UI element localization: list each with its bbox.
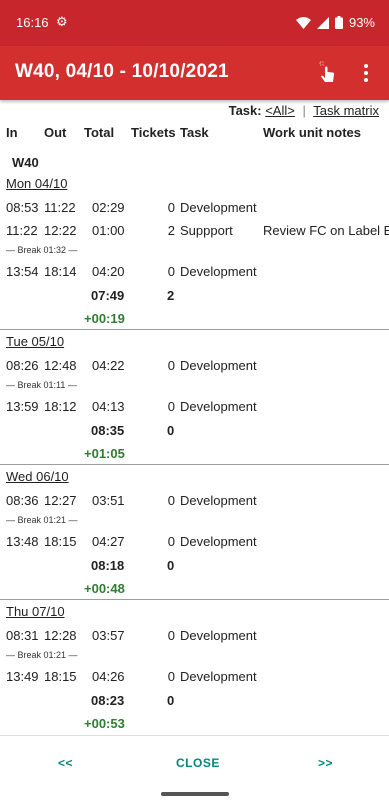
cell-task: Development [180, 669, 257, 684]
cell-task: Development [180, 399, 257, 414]
cell-tickets: 0 [167, 358, 175, 373]
day-total: 07:49 [91, 288, 125, 303]
battery-icon [334, 16, 343, 29]
app-bar: W40, 04/10 - 10/10/2021 [0, 46, 389, 100]
cell-tickets: 0 [167, 264, 175, 279]
cell-in: 13:54 [6, 264, 39, 279]
cell-out: 18:15 [44, 534, 77, 549]
cell-total: 04:26 [92, 669, 125, 684]
break-label: — Break 01:32 — [6, 245, 78, 255]
cell-in: 08:31 [6, 628, 39, 643]
cell-tickets: 0 [167, 493, 175, 508]
overtime-value: +00:53 [84, 716, 125, 731]
cell-in: 08:36 [6, 493, 39, 508]
cell-task: Development [180, 493, 257, 508]
column-header-out: Out [44, 125, 67, 140]
status-time: 16:16 [16, 15, 49, 30]
task-filter-all-link[interactable]: <All> [265, 103, 295, 118]
task-filter-separator: | [302, 103, 306, 118]
cell-in: 13:49 [6, 669, 39, 684]
day-divider [0, 464, 389, 465]
cell-total: 03:57 [92, 628, 125, 643]
cell-total: 04:27 [92, 534, 125, 549]
cell-in: 13:59 [6, 399, 39, 414]
cell-task: Development [180, 534, 257, 549]
day-header[interactable]: Tue 05/10 [6, 334, 64, 349]
column-header-total: Total [84, 125, 115, 140]
bottom-bar: << CLOSE >> [0, 735, 389, 789]
day-tickets-total: 0 [167, 423, 175, 438]
close-button[interactable]: CLOSE [176, 756, 220, 770]
cell-tickets: 0 [167, 399, 175, 414]
cell-out: 12:22 [44, 223, 77, 238]
cell-in: 08:26 [6, 358, 39, 373]
column-header-tickets: Tickets [131, 125, 176, 140]
gesture-nav-handle[interactable] [161, 792, 229, 796]
tap-gesture-icon[interactable] [316, 60, 340, 86]
overtime-value: +01:05 [84, 446, 125, 461]
break-label: — Break 01:21 — [6, 650, 78, 660]
cell-total: 04:13 [92, 399, 125, 414]
cell-total: 04:22 [92, 358, 125, 373]
day-divider [0, 329, 389, 330]
cell-in: 11:22 [6, 223, 38, 238]
more-vert-icon[interactable] [358, 60, 374, 86]
page-title: W40, 04/10 - 10/10/2021 [15, 61, 229, 82]
task-matrix-link[interactable]: Task matrix [313, 103, 379, 118]
column-header-task: Task [180, 125, 209, 140]
next-week-button[interactable]: >> [318, 756, 333, 770]
day-total: 08:18 [91, 558, 125, 573]
cell-tickets: 2 [167, 223, 175, 238]
cell-out: 18:15 [44, 669, 77, 684]
cell-tickets: 0 [167, 669, 175, 684]
cell-tickets: 0 [167, 628, 175, 643]
gear-icon: ⚙ [56, 14, 68, 29]
day-tickets-total: 0 [167, 693, 175, 708]
break-label: — Break 01:21 — [6, 515, 78, 525]
break-label: — Break 01:11 — [6, 380, 77, 390]
cell-out: 18:12 [44, 399, 77, 414]
column-header-notes: Work unit notes [263, 125, 361, 140]
cell-task: Suppport [180, 223, 233, 238]
cell-out: 18:14 [44, 264, 77, 279]
cell-tickets: 0 [167, 200, 175, 215]
cell-total: 03:51 [92, 493, 125, 508]
cell-out: 12:48 [44, 358, 77, 373]
signal-icon [316, 16, 329, 29]
week-label: W40 [12, 155, 39, 170]
previous-week-button[interactable]: << [58, 756, 73, 770]
cell-task: Development [180, 200, 257, 215]
day-header[interactable]: Thu 07/10 [6, 604, 65, 619]
day-tickets-total: 2 [167, 288, 175, 303]
column-header-in: In [6, 125, 18, 140]
task-filter: Task: <All> | Task matrix [229, 103, 379, 118]
cell-in: 08:53 [6, 200, 39, 215]
day-header[interactable]: Mon 04/10 [6, 176, 67, 191]
cell-tickets: 0 [167, 534, 175, 549]
task-filter-label: Task: [228, 103, 262, 118]
status-icons: 93% [295, 15, 375, 30]
cell-out: 12:28 [44, 628, 77, 643]
cell-notes: Review FC on Label E [263, 223, 389, 238]
cell-task: Development [180, 264, 257, 279]
cell-total: 04:20 [92, 264, 125, 279]
day-total: 08:23 [91, 693, 125, 708]
wifi-icon [295, 16, 311, 29]
cell-task: Development [180, 628, 257, 643]
cell-in: 13:48 [6, 534, 39, 549]
cell-task: Development [180, 358, 257, 373]
day-tickets-total: 0 [167, 558, 175, 573]
overtime-value: +00:48 [84, 581, 125, 596]
cell-out: 12:27 [44, 493, 77, 508]
overtime-value: +00:19 [84, 311, 125, 326]
day-total: 08:35 [91, 423, 125, 438]
cell-out: 11:22 [44, 200, 76, 215]
day-divider [0, 599, 389, 600]
cell-total: 01:00 [92, 223, 125, 238]
cell-total: 02:29 [92, 200, 125, 215]
status-bar: 16:16 ⚙ 93% [0, 0, 389, 46]
day-header[interactable]: Wed 06/10 [6, 469, 69, 484]
battery-level: 93% [348, 15, 375, 30]
